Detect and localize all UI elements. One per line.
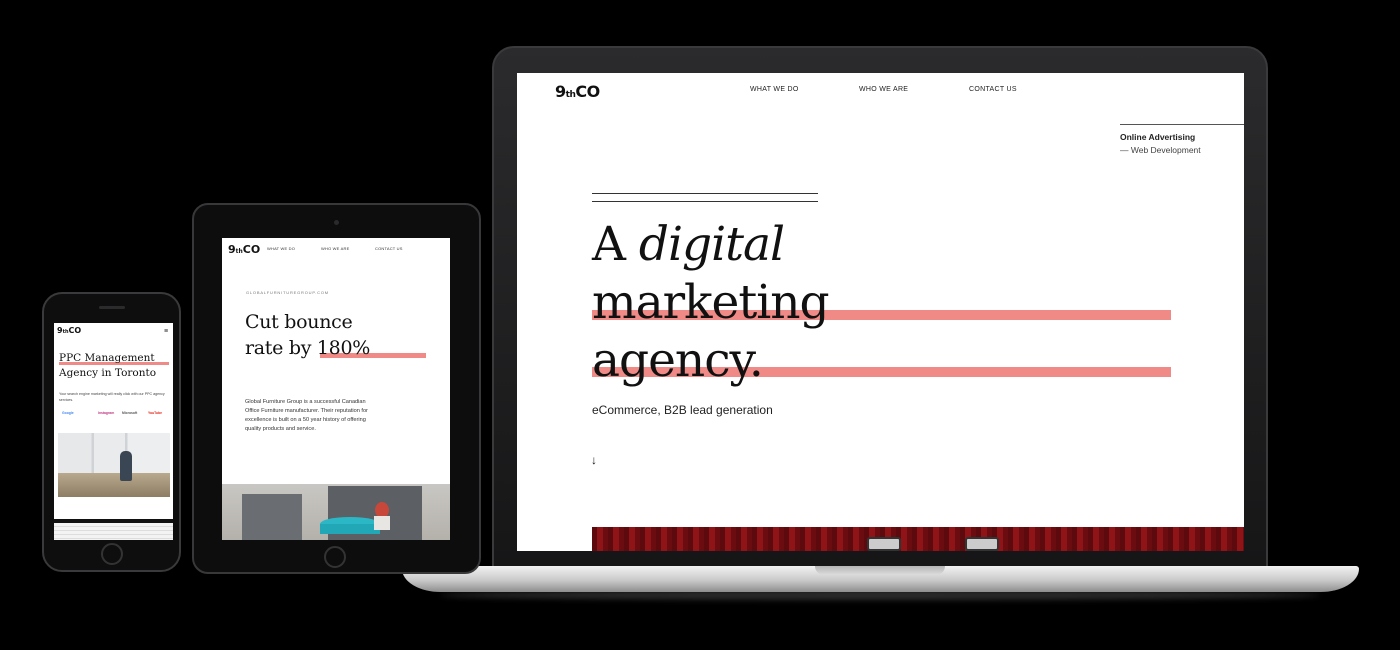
case-headline-line-1: Cut bounce bbox=[245, 311, 353, 333]
arrow-down-icon[interactable]: ↓ bbox=[591, 453, 597, 467]
hero-headline-line-1: PPC Management bbox=[59, 352, 155, 364]
hero-rule-bottom bbox=[592, 201, 818, 202]
case-description: Global Furniture Group is a successful C… bbox=[245, 399, 368, 432]
tablet-screen: 9thCO WHAT WE DO WHO WE ARE CONTACT US G… bbox=[222, 238, 450, 540]
tablet-camera bbox=[334, 220, 339, 225]
seat-shape bbox=[965, 537, 999, 551]
case-headline-line-2: rate by 180% bbox=[245, 337, 370, 359]
phone-speaker bbox=[99, 306, 125, 309]
seat-shape bbox=[867, 537, 901, 551]
side-subtitle[interactable]: — Web Development bbox=[1120, 145, 1201, 155]
hero-headline-line-2: marketing bbox=[592, 275, 830, 330]
logo[interactable]: 9thCO bbox=[555, 82, 600, 101]
nav-contact-us[interactable]: CONTACT US bbox=[969, 86, 1017, 93]
logo[interactable]: 9thCO bbox=[57, 326, 81, 335]
nav-what-we-do[interactable]: WHAT WE DO bbox=[267, 246, 295, 251]
furniture-photo bbox=[222, 484, 450, 540]
nav-who-we-are[interactable]: WHO WE ARE bbox=[321, 246, 349, 251]
theater-banner-image bbox=[592, 527, 1244, 551]
phone-home-button[interactable] bbox=[101, 543, 123, 565]
brand-google: Google bbox=[62, 411, 74, 415]
hamburger-menu-icon[interactable]: ≡ bbox=[164, 328, 168, 335]
logo[interactable]: 9thCO bbox=[228, 243, 260, 256]
client-url[interactable]: GLOBALFURNITUREGROUP.COM bbox=[246, 290, 329, 295]
hero-description: Your search engine marketing will really… bbox=[59, 392, 165, 402]
tablet-home-button[interactable] bbox=[324, 546, 346, 568]
brand-youtube: YouTube bbox=[148, 411, 162, 415]
side-divider bbox=[1120, 124, 1244, 125]
data-table-preview bbox=[54, 519, 173, 540]
furniture-illustration bbox=[242, 486, 422, 540]
hero-headline-line-1: A digital bbox=[592, 217, 785, 272]
phone-screen: 9thCO ≡ PPC Management Agency in Toronto… bbox=[54, 323, 173, 540]
hero-headline-line-2: Agency in Toronto bbox=[59, 367, 157, 379]
hero-rule-top bbox=[592, 193, 818, 194]
office-desk bbox=[58, 473, 170, 497]
brand-instagram: Instagram bbox=[98, 411, 115, 415]
office-person bbox=[120, 451, 132, 481]
nav-who-we-are[interactable]: WHO WE ARE bbox=[859, 86, 908, 93]
nav-what-we-do[interactable]: WHAT WE DO bbox=[750, 86, 799, 93]
hero-subtitle: eCommerce, B2B lead generation bbox=[592, 403, 773, 417]
laptop-notch bbox=[815, 566, 945, 575]
nav-contact-us[interactable]: CONTACT US bbox=[375, 246, 403, 251]
laptop-screen: 9thCO WHAT WE DO WHO WE ARE CONTACT US O… bbox=[517, 73, 1244, 551]
side-title[interactable]: Online Advertising bbox=[1120, 132, 1195, 142]
brand-microsoft: Microsoft bbox=[122, 411, 138, 415]
hero-headline-line-3: agency. bbox=[592, 333, 764, 388]
